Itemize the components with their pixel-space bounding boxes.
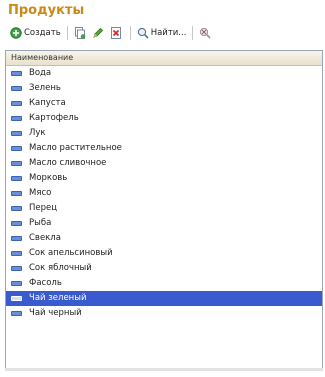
item-icon (11, 206, 22, 211)
table-row[interactable]: Капуста (6, 96, 322, 111)
row-label: Фасоль (29, 278, 62, 288)
row-label: Сок апельсиновый (29, 248, 113, 258)
item-icon (11, 191, 22, 196)
table-row[interactable]: Фасоль (6, 276, 322, 291)
page-title: Продукты (8, 3, 85, 18)
item-icon (11, 161, 22, 166)
cancel-search-button[interactable] (197, 25, 215, 41)
row-label: Лук (29, 128, 46, 138)
create-button[interactable]: Создать (8, 25, 63, 41)
table-row[interactable]: Чай черный (6, 306, 322, 321)
table-row[interactable]: Зелень (6, 81, 322, 96)
pencil-icon (92, 27, 104, 39)
item-icon (11, 311, 22, 316)
row-label: Рыба (29, 218, 52, 228)
find-button-label: Найти... (150, 28, 187, 38)
row-label: Морковь (29, 173, 68, 183)
search-icon (137, 27, 149, 39)
item-icon (11, 281, 22, 286)
table-row[interactable]: Перец (6, 201, 322, 216)
table-row[interactable]: Мясо (6, 186, 322, 201)
row-label: Перец (29, 203, 58, 213)
item-icon (11, 71, 22, 76)
column-header-name[interactable]: Наименование (6, 51, 322, 66)
table-row[interactable]: Рыба (6, 216, 322, 231)
products-table: Наименование Вода Зелень Капуста Картофель Л… (5, 50, 323, 370)
toolbar-separator (129, 26, 131, 40)
delete-mark-icon (110, 27, 122, 39)
item-icon (11, 296, 22, 301)
item-icon (11, 131, 22, 136)
item-icon (11, 101, 22, 106)
item-icon (11, 221, 22, 226)
toolbar-separator (66, 26, 68, 40)
delete-button[interactable] (108, 25, 126, 41)
row-label: Чай черный (29, 308, 82, 318)
table-row[interactable]: Лук (6, 126, 322, 141)
row-label: Мясо (29, 188, 52, 198)
row-label: Чай зеленый (29, 293, 87, 303)
table-row[interactable]: Вода (6, 66, 322, 81)
row-label: Масло сливочное (29, 158, 107, 168)
table-row[interactable]: Морковь (6, 171, 322, 186)
item-icon (11, 251, 22, 256)
copy-icon (74, 27, 86, 39)
item-icon (11, 116, 22, 121)
item-icon (11, 266, 22, 271)
item-icon (11, 176, 22, 181)
add-icon (10, 27, 22, 39)
table-bottom-border (5, 368, 323, 371)
item-icon (11, 236, 22, 241)
find-button[interactable]: Найти... (135, 25, 189, 41)
item-icon (11, 146, 22, 151)
row-label: Картофель (29, 113, 79, 123)
table-row[interactable]: Масло сливочное (6, 156, 322, 171)
table-row[interactable]: Свекла (6, 231, 322, 246)
copy-button[interactable] (72, 25, 90, 41)
table-row[interactable]: Сок яблочный (6, 261, 322, 276)
table-row[interactable]: Чай зеленый (6, 291, 322, 306)
row-label: Вода (29, 68, 52, 78)
toolbar-separator (192, 26, 194, 40)
row-label: Зелень (29, 83, 61, 93)
row-label: Масло растительное (29, 143, 122, 153)
cancel-search-icon (199, 27, 211, 39)
toolbar: Создать Найти... (0, 24, 325, 42)
table-row[interactable]: Картофель (6, 111, 322, 126)
row-label: Капуста (29, 98, 66, 108)
edit-button[interactable] (90, 25, 108, 41)
create-button-label: Создать (24, 28, 61, 38)
row-label: Сок яблочный (29, 263, 92, 273)
item-icon (11, 86, 22, 91)
table-row[interactable]: Масло растительное (6, 141, 322, 156)
table-row[interactable]: Сок апельсиновый (6, 246, 322, 261)
table-body: Вода Зелень Капуста Картофель Лук Масло расти… (6, 66, 322, 321)
row-label: Свекла (29, 233, 61, 243)
